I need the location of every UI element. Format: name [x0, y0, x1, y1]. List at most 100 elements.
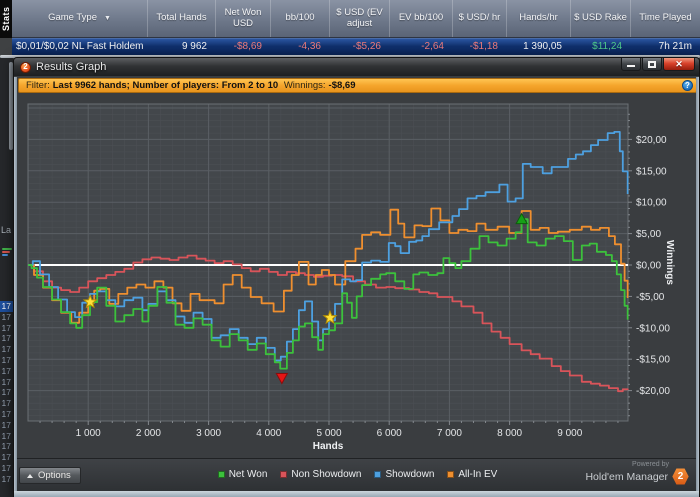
row-cell: -$1,18 — [469, 41, 498, 52]
legend-item-allin_ev[interactable]: All-In EV — [447, 469, 497, 480]
minimize-icon — [627, 65, 635, 67]
header-cell[interactable]: Hands/hr — [506, 0, 570, 37]
filter-winnings-value: -$8,69 — [328, 80, 356, 91]
svg-text:$0,00: $0,00 — [636, 261, 661, 272]
column-dropdown-arrow-icon[interactable]: ▼ — [104, 15, 111, 23]
background-table-row[interactable]: 17 — [0, 409, 13, 420]
legend-item-net_won[interactable]: Net Won — [217, 469, 267, 480]
window-titlebar[interactable]: 2 Results Graph ✕ — [14, 58, 699, 76]
header-cell[interactable]: $ USD Rake — [570, 0, 630, 37]
row-cell: 7h 21m — [658, 41, 692, 52]
legend-label: All-In EV — [458, 469, 498, 480]
svg-text:Hands: Hands — [313, 441, 344, 452]
window-frame-right — [696, 77, 699, 491]
header-cell[interactable]: $ USD/ hr — [452, 0, 506, 37]
brand-logo: Powered by Hold'em Manager 2 — [585, 461, 689, 485]
legend-swatch-showdown — [374, 471, 382, 478]
header-cell[interactable]: Time Played — [630, 0, 700, 37]
brand-name: Hold'em Manager — [585, 470, 668, 483]
maximize-icon — [648, 60, 656, 68]
background-table-row[interactable]: 17 — [0, 387, 13, 398]
background-table-row[interactable]: 17 — [0, 452, 13, 463]
window-title: Results Graph — [36, 61, 107, 73]
legend-swatch-non_showdown — [280, 471, 288, 478]
svg-text:5 000: 5 000 — [316, 428, 341, 439]
svg-text:1 000: 1 000 — [76, 428, 101, 439]
legend-item-showdown[interactable]: Showdown — [374, 469, 434, 480]
header-cell[interactable]: EV bb/100 — [389, 0, 452, 37]
close-button[interactable]: ✕ — [663, 58, 695, 71]
window-frame-left — [14, 77, 17, 491]
row-cell: -$5,26 — [352, 41, 381, 52]
background-table-row[interactable]: 17 — [0, 377, 13, 388]
background-row-list: 17 17 17 17 17 17 17 17 17 17 17 17 17 17 17 17 17 — [0, 301, 13, 485]
svg-text:$10,00: $10,00 — [636, 198, 667, 209]
legend-swatch-allin_ev — [447, 471, 455, 478]
row-cell: -2,64 — [421, 41, 444, 52]
app-screen: Stats Game Type ▼ Total Hands Net Won USD bb… — [0, 0, 700, 497]
header-cell[interactable]: bb/100 — [270, 0, 329, 37]
svg-text:$15,00: $15,00 — [636, 166, 667, 177]
header-cell[interactable]: Total Hands — [147, 0, 215, 37]
mini-graph-icon — [2, 248, 12, 256]
header-cell[interactable]: Game Type ▼ — [12, 0, 147, 37]
svg-text:8 000: 8 000 — [497, 428, 522, 439]
row-cell: $11,24 — [592, 41, 622, 52]
background-table-row[interactable]: 17 — [0, 333, 13, 344]
help-icon[interactable]: ? — [682, 80, 693, 91]
powered-by-text: Powered by — [632, 461, 669, 468]
svg-text:6 000: 6 000 — [377, 428, 402, 439]
svg-text:4 000: 4 000 — [256, 428, 281, 439]
legend-swatch-net_won — [217, 471, 225, 478]
tab-stats[interactable]: Stats — [0, 0, 12, 38]
legend-item-non_showdown[interactable]: Non Showdown — [280, 469, 361, 480]
legend-label: Showdown — [385, 469, 435, 480]
legend-label: Non Showdown — [291, 469, 362, 480]
background-table-row[interactable]: 17 — [0, 441, 13, 452]
window-frame-bottom — [14, 491, 699, 497]
row-cell: -$8,69 — [233, 41, 262, 52]
maximize-button[interactable] — [642, 58, 662, 71]
background-table-row[interactable]: 17 — [0, 420, 13, 431]
background-table-row[interactable]: 17 — [0, 431, 13, 442]
hm2-window-icon: 2 — [20, 61, 31, 73]
filter-label: Filter: — [26, 80, 50, 91]
row-cell: -4,36 — [298, 41, 321, 52]
close-icon: ✕ — [675, 58, 683, 69]
background-table-row[interactable]: 17 — [0, 344, 13, 355]
svg-text:-$15,00: -$15,00 — [636, 355, 670, 366]
table-header: Game Type ▼ Total Hands Net Won USD bb/100 $ … — [12, 0, 700, 38]
svg-text:9 000: 9 000 — [557, 428, 582, 439]
background-table-row[interactable]: 17 — [0, 474, 13, 485]
filter-bar: Filter: Last 9962 hands; Number of player… — [18, 78, 697, 93]
background-table-row[interactable]: 17 — [0, 366, 13, 377]
row-cell: $0,01/$0,02 NL Fast Holdem — [16, 41, 144, 52]
minimize-button[interactable] — [621, 58, 641, 71]
svg-text:-$10,00: -$10,00 — [636, 323, 670, 334]
background-table-row[interactable]: 17 — [0, 323, 13, 334]
filter-winnings-label: Winnings: — [283, 80, 326, 91]
filter-text: Last 9962 hands; Number of players: From… — [52, 80, 279, 91]
background-table-row[interactable]: 17 — [0, 463, 13, 474]
row-cell: 1 390,05 — [523, 41, 562, 52]
svg-text:-$20,00: -$20,00 — [636, 386, 670, 397]
svg-text:$5,00: $5,00 — [636, 229, 661, 240]
results-graph-window: 2 Results Graph ✕ Filter: Last 9962 hands… — [13, 57, 700, 497]
svg-text:Winnings: Winnings — [664, 240, 675, 285]
background-table-row[interactable]: 17 — [0, 312, 13, 323]
svg-text:3 000: 3 000 — [196, 428, 221, 439]
background-table-row[interactable]: 17 — [0, 398, 13, 409]
svg-text:-$5,00: -$5,00 — [636, 292, 665, 303]
hm2-logo-icon: 2 — [672, 468, 689, 485]
background-table-row[interactable]: 17 — [0, 301, 13, 312]
graph-panel: 1 000 2 000 3 000 4 000 5 000 6 000 7 000 8 000… — [17, 95, 698, 458]
table-row[interactable]: $0,01/$0,02 NL Fast Holdem 9 962 -$8,69 -4,… — [12, 38, 700, 55]
svg-text:7 000: 7 000 — [437, 428, 462, 439]
header-cell[interactable]: $ USD (EV adjust — [329, 0, 389, 37]
background-column-label: La — [1, 225, 12, 235]
background-panel: La 17 17 17 17 17 17 17 17 17 17 17 17 17 17 17 17 17 — [0, 58, 13, 497]
background-table-row[interactable]: 17 — [0, 355, 13, 366]
row-cell: 9 962 — [181, 41, 207, 52]
svg-text:$20,00: $20,00 — [636, 135, 667, 146]
header-cell[interactable]: Net Won USD — [215, 0, 270, 37]
